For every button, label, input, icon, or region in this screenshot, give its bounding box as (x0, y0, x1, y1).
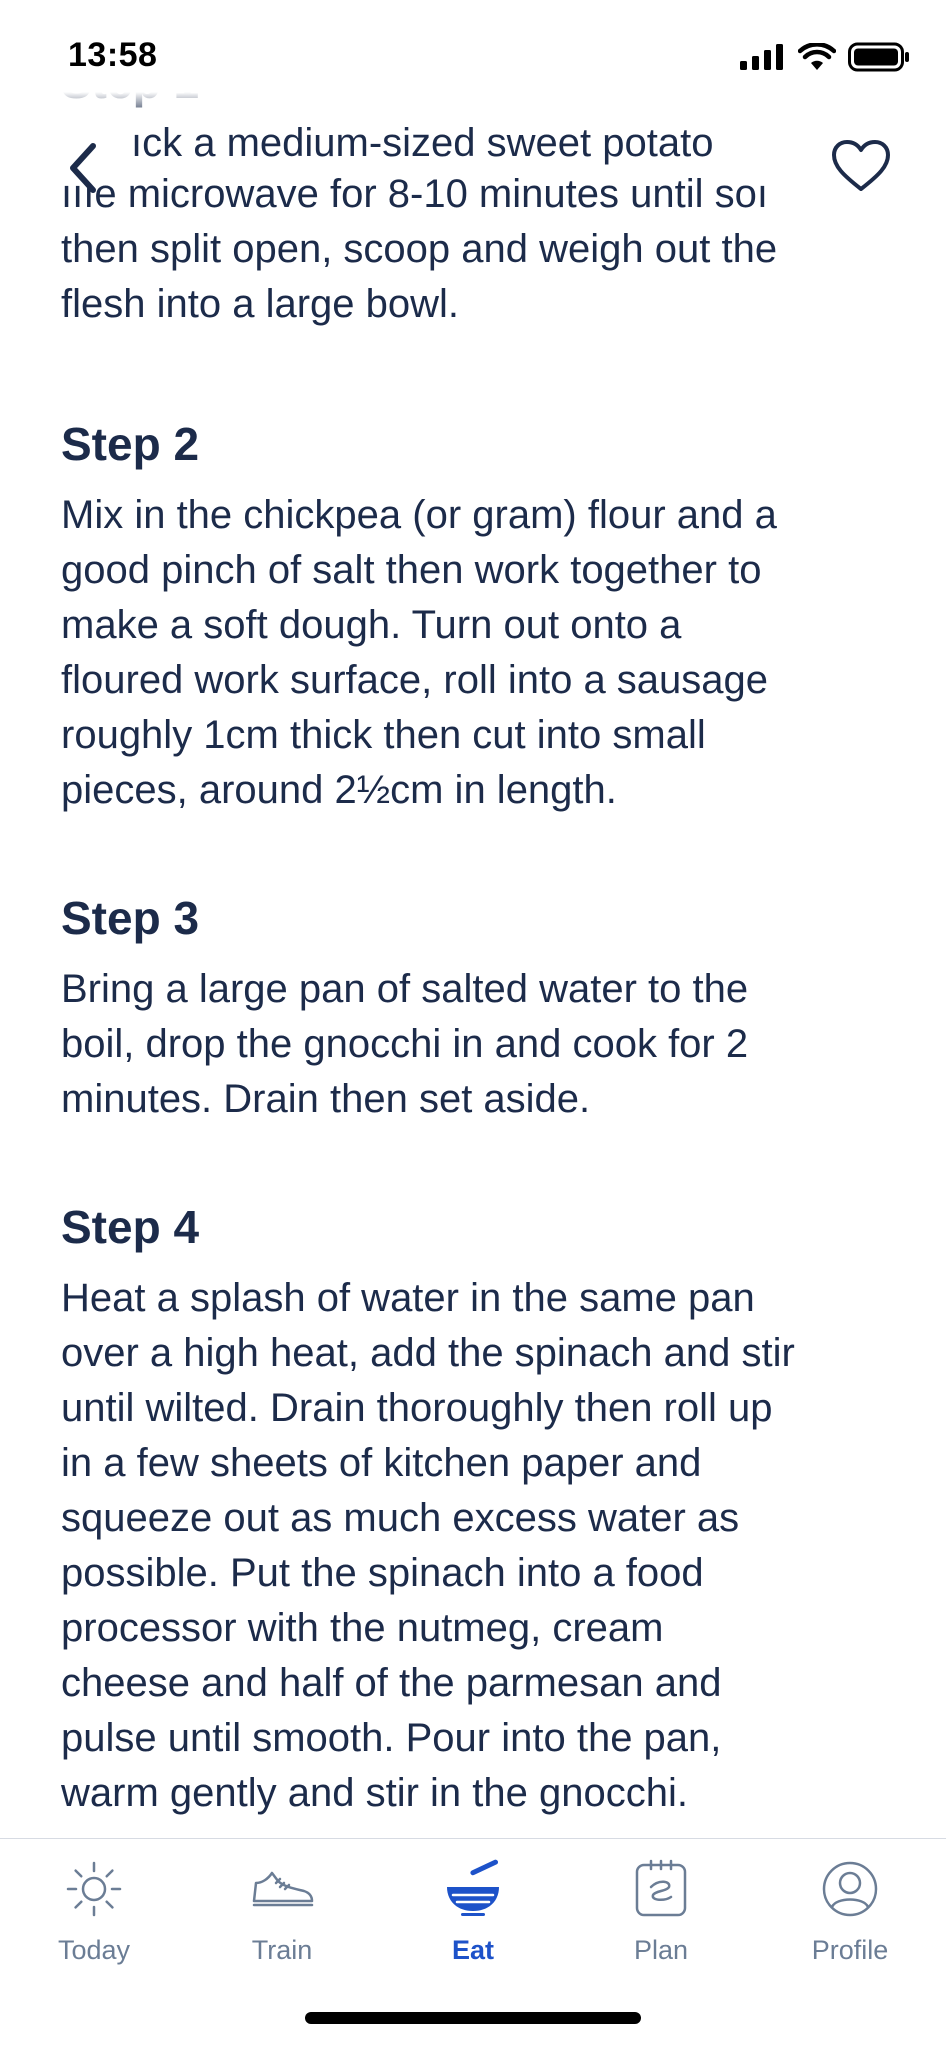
tab-label: Today (57, 1935, 131, 1965)
step-line: warm gently and stir in the gnocchi. (61, 1771, 688, 1815)
profile-icon (822, 1861, 878, 1917)
home-indicator (305, 2012, 641, 2024)
step-title: Step 3 (61, 892, 200, 944)
step-line: over a high heat, add the spinach and st… (61, 1331, 795, 1375)
chevron-left-icon (70, 143, 96, 193)
step-text: ıııe microwave for 8-10 minutes until so… (61, 167, 901, 332)
step-line: until wilted. Drain thoroughly then roll… (61, 1386, 773, 1430)
status-time: 13:58 (68, 36, 158, 74)
tab-label: Eat (451, 1935, 495, 1965)
step-text: ıck a medium-sized sweet potato (61, 116, 901, 171)
bowl-icon (447, 1859, 499, 1916)
step-line: cheese and half of the parmesan and (61, 1661, 722, 1705)
wifi-icon (798, 43, 836, 70)
tab-plan[interactable]: Plan (586, 1857, 736, 1977)
tab-profile[interactable]: Profile (775, 1857, 925, 1977)
heart-icon (832, 140, 890, 191)
tab-label: Train (251, 1935, 313, 1965)
step-line: flesh into a large bowl. (61, 282, 460, 326)
step-line: then split open, scoop and weigh out the (61, 227, 778, 271)
tab-train[interactable]: Train (207, 1857, 357, 1977)
sneaker-icon (252, 1871, 314, 1907)
battery-icon (848, 42, 909, 72)
step-line: good pinch of salt then work together to (61, 548, 762, 592)
step-text: Mix in the chickpea (or gram) flour and … (61, 488, 901, 818)
favorite-button[interactable] (828, 134, 894, 198)
step-line: squeeze out as much excess water as (61, 1496, 740, 1540)
step-line: Heat a splash of water in the same pan (61, 1276, 755, 1320)
step-title: Step 4 (61, 1201, 200, 1253)
planner-icon (635, 1859, 687, 1917)
step-line: make a soft dough. Turn out onto a (61, 603, 682, 647)
step-line: Bring a large pan of salted water to the (61, 967, 749, 1011)
step-line: processor with the nutmeg, cream (61, 1606, 664, 1650)
tab-label: Plan (633, 1935, 689, 1965)
status-bar: 13:58 (0, 0, 946, 110)
step-line: ıck a medium-sized sweet potato (131, 121, 714, 165)
cellular-signal-icon (740, 44, 783, 70)
tab-label: Profile (811, 1935, 889, 1965)
tab-today[interactable]: Today (19, 1857, 169, 1977)
step-line: pulse until smooth. Pour into the pan, (61, 1716, 722, 1760)
status-icons (740, 42, 910, 72)
step-line: roughly 1cm thick then cut into small (61, 713, 706, 757)
step-3: Step 3 Bring a large pan of salted water… (61, 888, 901, 1127)
step-line: ıııe microwave for 8-10 minutes until so… (61, 172, 768, 216)
back-button[interactable] (56, 136, 108, 200)
recipe-method: Step 1 ıck a medium-sized sweet potato ı… (61, 0, 901, 1838)
step-line: possible. Put the spinach into a food (61, 1551, 704, 1595)
step-line: minutes. Drain then set aside. (61, 1077, 591, 1121)
step-line: in a few sheets of kitchen paper and (61, 1441, 702, 1485)
step-line: pieces, around 2½cm in length. (61, 768, 617, 812)
step-text: Heat a splash of water in the same pan o… (61, 1271, 901, 1821)
step-title: Step 2 (61, 418, 200, 470)
step-text: Bring a large pan of salted water to the… (61, 962, 901, 1127)
tab-eat[interactable]: Eat (398, 1857, 548, 1977)
step-line: Mix in the chickpea (or gram) flour and … (61, 493, 777, 537)
sun-icon (66, 1861, 122, 1917)
step-2: Step 2 Mix in the chickpea (or gram) flo… (61, 414, 901, 818)
step-4: Step 4 Heat a splash of water in the sam… (61, 1197, 901, 1821)
step-line: boil, drop the gnocchi in and cook for 2 (61, 1022, 749, 1066)
step-line: floured work surface, roll into a sausag… (61, 658, 769, 702)
